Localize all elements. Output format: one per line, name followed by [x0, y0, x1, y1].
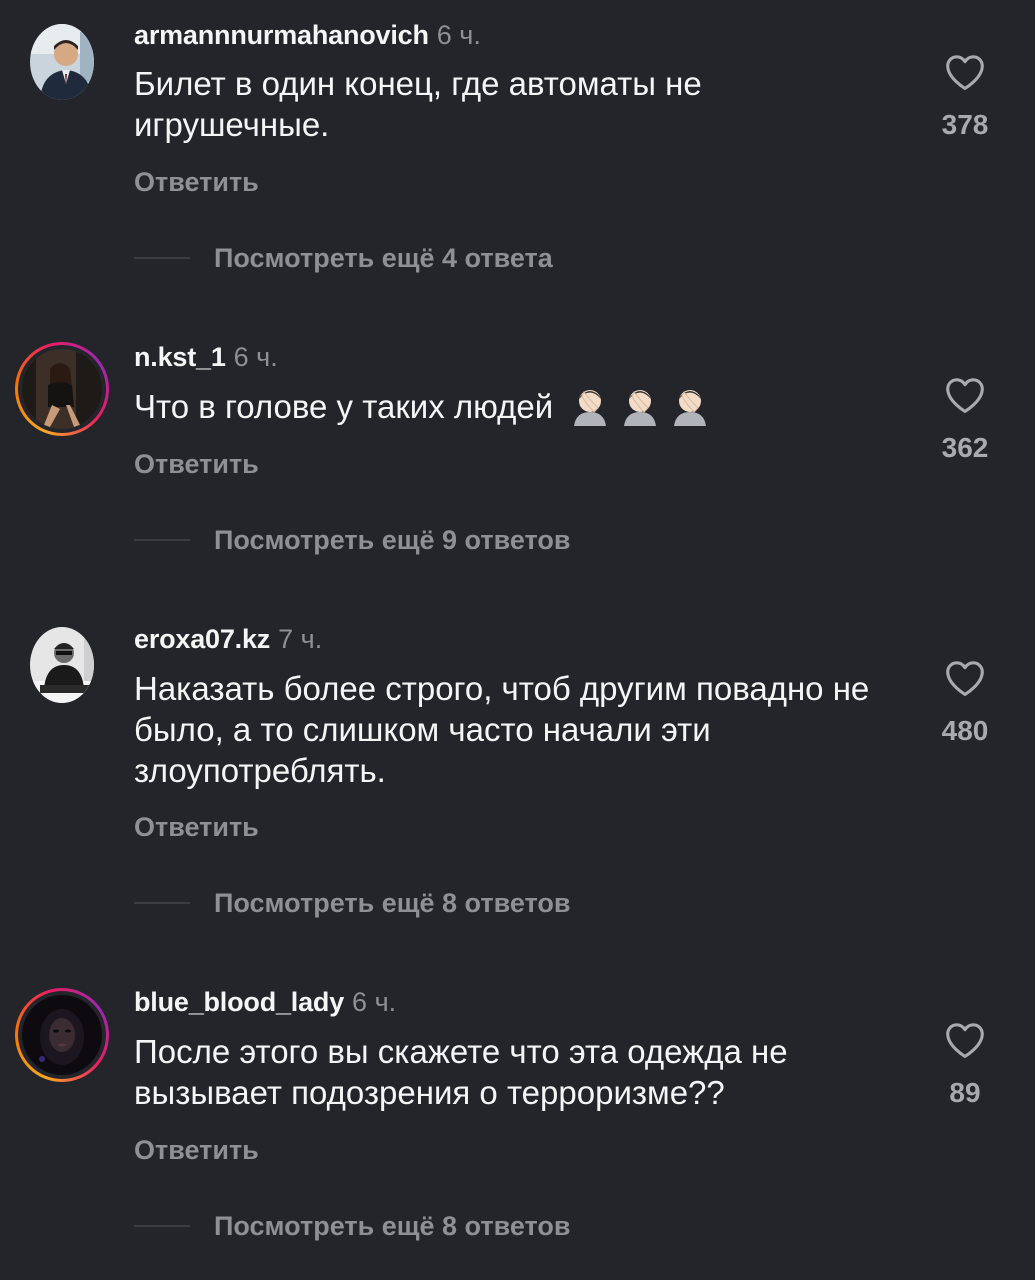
timestamp: 7 ч.: [278, 624, 323, 654]
like-control: 378: [930, 53, 1000, 141]
avatar[interactable]: [15, 988, 109, 1082]
like-count: 378: [941, 109, 989, 140]
facepalm-emoji-icon: [668, 386, 712, 435]
like-count: 362: [941, 432, 989, 463]
view-replies-button[interactable]: Посмотреть ещё 4 ответа: [134, 242, 553, 274]
timestamp: 6 ч.: [352, 987, 397, 1017]
divider: [134, 1225, 190, 1227]
avatar[interactable]: [15, 342, 109, 436]
like-control: 362: [930, 376, 1000, 464]
reply-button[interactable]: Ответить: [134, 166, 259, 198]
profile-photo-icon: [30, 627, 94, 703]
comment-meta: armannnurmahanovich 6 ч.: [134, 19, 481, 51]
profile-photo-icon: [22, 995, 102, 1075]
reply-button[interactable]: Ответить: [134, 448, 259, 480]
reply-button[interactable]: Ответить: [134, 811, 259, 843]
like-count: 480: [941, 715, 989, 746]
comment-text: Билет в один конец, где автоматы не игру…: [134, 65, 702, 143]
username[interactable]: eroxa07.kz: [134, 624, 270, 654]
comment-text: Что в голове у таких людей: [134, 386, 904, 435]
comment-text: После этого вы скажете что эта одежда не…: [134, 1033, 788, 1111]
like-count: 89: [949, 1077, 981, 1108]
heart-outline-icon[interactable]: [944, 376, 986, 414]
facepalm-emoji-icon: [618, 386, 662, 435]
view-replies-button[interactable]: Посмотреть ещё 8 ответов: [134, 887, 570, 919]
comment-text-content: Что в голове у таких людей: [134, 388, 554, 425]
view-replies-label: Посмотреть ещё 4 ответа: [214, 243, 553, 273]
heart-outline-icon[interactable]: [944, 659, 986, 697]
avatar[interactable]: [15, 618, 109, 712]
comment-text: Наказать более строго, чтоб другим повад…: [134, 670, 870, 789]
heart-outline-icon[interactable]: [944, 53, 986, 91]
comment-meta: blue_blood_lady 6 ч.: [134, 986, 396, 1018]
view-replies-button[interactable]: Посмотреть ещё 9 ответов: [134, 524, 570, 556]
profile-photo-icon: [22, 349, 102, 429]
like-control: 89: [930, 1021, 1000, 1109]
comment-meta: eroxa07.kz 7 ч.: [134, 623, 322, 655]
facepalm-emoji-icon: [568, 386, 612, 435]
username[interactable]: n.kst_1: [134, 342, 226, 372]
comment-meta: n.kst_1 6 ч.: [134, 341, 278, 373]
profile-photo-icon: [30, 24, 94, 100]
reply-button[interactable]: Ответить: [134, 1134, 259, 1166]
view-replies-button[interactable]: Посмотреть ещё 8 ответов: [134, 1210, 570, 1242]
timestamp: 6 ч.: [436, 20, 481, 50]
divider: [134, 257, 190, 259]
view-replies-label: Посмотреть ещё 9 ответов: [214, 525, 571, 555]
divider: [134, 902, 190, 904]
view-replies-label: Посмотреть ещё 8 ответов: [214, 888, 571, 918]
username[interactable]: blue_blood_lady: [134, 987, 344, 1017]
timestamp: 6 ч.: [233, 342, 278, 372]
heart-outline-icon[interactable]: [944, 1021, 986, 1059]
avatar[interactable]: [15, 15, 109, 109]
username[interactable]: armannnurmahanovich: [134, 20, 429, 50]
view-replies-label: Посмотреть ещё 8 ответов: [214, 1211, 571, 1241]
divider: [134, 539, 190, 541]
like-control: 480: [930, 659, 1000, 747]
